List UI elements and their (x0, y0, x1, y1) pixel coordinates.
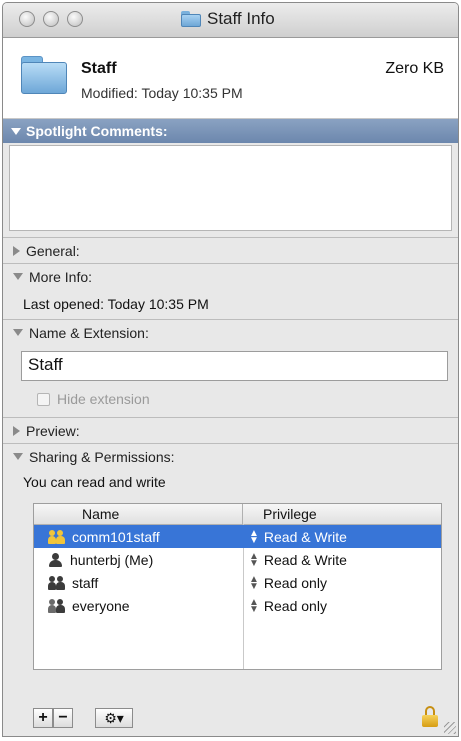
section-general[interactable]: General: (3, 237, 458, 263)
name-field[interactable]: Staff (21, 351, 448, 381)
privilege-value: Read & Write (263, 528, 347, 545)
section-name-extension[interactable]: Name & Extension: (3, 319, 458, 345)
window-title: Staff Info (181, 9, 275, 29)
privilege-value: Read & Write (263, 551, 347, 568)
privilege-popup[interactable]: ▲ ▼ Read & Write (243, 550, 347, 569)
minimize-button[interactable] (43, 11, 59, 27)
folder-icon (21, 56, 67, 94)
privilege-popup[interactable]: ▲ ▼ Read & Write (243, 527, 347, 546)
table-row[interactable]: everyone ▲ ▼ Read only (34, 594, 441, 617)
section-general-label: General: (26, 242, 80, 259)
disclosure-triangle-icon (13, 329, 23, 336)
user-name: comm101staff (72, 528, 160, 545)
privilege-popup[interactable]: ▲ ▼ Read only (243, 596, 327, 615)
column-header-name[interactable]: Name (34, 504, 243, 524)
disclosure-triangle-icon (13, 453, 23, 460)
group-icon (48, 575, 66, 590)
spotlight-comments-field[interactable] (9, 145, 452, 231)
action-menu-button[interactable]: ⚙▾ (95, 708, 133, 728)
spotlight-comments-label: Spotlight Comments: (26, 123, 168, 139)
info-window: Staff Info Staff Zero KB Modified: Today… (2, 2, 459, 737)
remove-user-button[interactable]: − (53, 708, 73, 728)
resize-grip[interactable] (444, 722, 456, 734)
section-sharing-permissions[interactable]: Sharing & Permissions: (3, 443, 458, 469)
spotlight-comments-header[interactable]: Spotlight Comments: (3, 119, 458, 143)
section-more-info-label: More Info: (29, 268, 93, 285)
table-row[interactable]: hunterbj (Me) ▲ ▼ Read & Write (34, 548, 441, 571)
section-preview-label: Preview: (26, 422, 80, 439)
group-icon (48, 529, 66, 544)
privilege-value: Read only (263, 597, 327, 614)
disclosure-triangle-icon (13, 273, 23, 280)
privilege-popup[interactable]: ▲ ▼ Read only (243, 573, 327, 592)
permissions-table-header: Name Privilege (34, 504, 441, 525)
section-sharing-label: Sharing & Permissions: (29, 448, 175, 465)
user-name: everyone (72, 597, 130, 614)
disclosure-triangle-icon (13, 425, 20, 436)
add-user-button[interactable]: + (33, 708, 53, 728)
permissions-table[interactable]: Name Privilege comm101staff ▲ ▼ Read & Wr… (33, 503, 442, 670)
title-bar[interactable]: Staff Info (3, 3, 458, 38)
updown-arrows-icon: ▲ ▼ (249, 527, 259, 546)
access-summary: You can read and write (23, 474, 166, 490)
section-more-info[interactable]: More Info: (3, 263, 458, 289)
folder-icon (181, 11, 201, 27)
column-header-privilege[interactable]: Privilege (243, 504, 317, 524)
hide-extension-checkbox[interactable] (37, 392, 50, 406)
section-preview[interactable]: Preview: (3, 417, 458, 443)
updown-arrows-icon: ▲ ▼ (249, 596, 259, 615)
item-name: Staff (81, 60, 117, 77)
disclosure-triangle-icon (13, 245, 20, 256)
user-name: staff (72, 574, 99, 591)
table-row[interactable]: comm101staff ▲ ▼ Read & Write (34, 525, 441, 548)
zoom-button[interactable] (67, 11, 83, 27)
disclosure-triangle-icon (11, 127, 21, 135)
user-name: hunterbj (Me) (70, 551, 154, 568)
everyone-icon (48, 598, 66, 613)
table-row[interactable]: staff ▲ ▼ Read only (34, 571, 441, 594)
updown-arrows-icon: ▲ ▼ (249, 550, 259, 569)
item-header: Staff Zero KB Modified: Today 10:35 PM (3, 38, 458, 119)
last-opened: Last opened: Today 10:35 PM (23, 296, 209, 312)
updown-arrows-icon: ▲ ▼ (249, 573, 259, 592)
item-size: Zero KB (385, 60, 444, 77)
section-name-extension-label: Name & Extension: (29, 324, 149, 341)
close-button[interactable] (19, 11, 35, 27)
user-icon (48, 552, 64, 567)
hide-extension-label: Hide extension (57, 391, 150, 407)
lock-icon[interactable] (422, 706, 438, 728)
privilege-value: Read only (263, 574, 327, 591)
hide-extension-option[interactable]: Hide extension (37, 389, 458, 409)
permissions-toolbar: + − ⚙▾ (3, 700, 458, 736)
item-modified: Modified: Today 10:35 PM (81, 85, 243, 101)
window-title-text: Staff Info (207, 9, 275, 28)
